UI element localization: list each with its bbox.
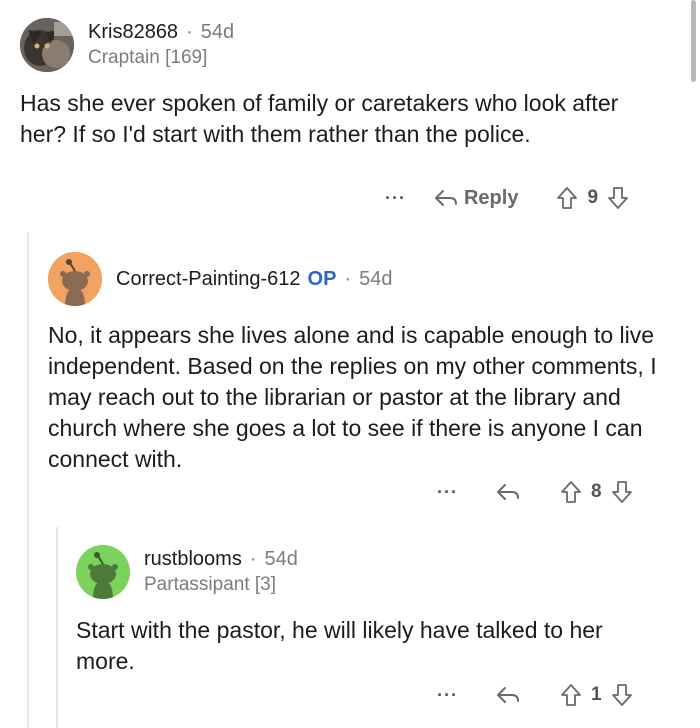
comment-header: rustblooms · 54d Partassipant [3] <box>76 545 686 599</box>
comment-header: Correct-Painting-612 OP · 54d <box>48 252 688 306</box>
comment-rustblooms: rustblooms · 54d Partassipant [3] Start … <box>76 545 686 677</box>
separator-dot: · <box>186 21 193 43</box>
comment-actions: ··· 8 <box>437 480 633 504</box>
upvote-arrow-icon[interactable] <box>560 683 582 707</box>
user-flair: Partassipant [3] <box>144 574 277 595</box>
reply-arrow-icon <box>434 188 458 208</box>
snoo-avatar[interactable] <box>48 252 102 306</box>
downvote-arrow-icon[interactable] <box>611 683 633 707</box>
upvote-arrow-icon[interactable] <box>556 186 578 210</box>
vote-controls: 1 <box>560 683 633 707</box>
vote-score: 9 <box>587 187 599 208</box>
cat-photo-avatar[interactable] <box>20 18 74 72</box>
vote-controls: 9 <box>556 186 629 210</box>
reply-button[interactable]: Reply <box>434 187 518 210</box>
username[interactable]: Correct-Painting-612 <box>116 268 301 291</box>
thread-line-level-1[interactable] <box>27 232 29 728</box>
downvote-arrow-icon[interactable] <box>611 480 633 504</box>
thread-line-level-2[interactable] <box>56 527 58 728</box>
comment-age: 54d <box>264 548 298 570</box>
comment-thread: Kris82868 · 54d Craptain [169] Has she e… <box>0 0 700 728</box>
separator-dot: · <box>249 548 257 570</box>
op-badge: OP <box>307 267 337 290</box>
snoo-avatar[interactable] <box>76 545 130 599</box>
more-options-button[interactable]: ··· <box>437 685 458 706</box>
separator-dot: · <box>344 267 352 290</box>
upvote-arrow-icon[interactable] <box>560 480 582 504</box>
scrollbar[interactable] <box>691 0 696 82</box>
comment-correct-painting-612: Correct-Painting-612 OP · 54d No, it app… <box>48 252 688 475</box>
vote-controls: 8 <box>560 480 633 504</box>
comment-actions: ··· Reply 9 <box>385 186 629 210</box>
vote-score: 1 <box>590 684 602 705</box>
more-options-button[interactable]: ··· <box>437 482 458 503</box>
reply-button[interactable] <box>496 482 520 502</box>
comment-actions: ··· 1 <box>437 683 633 707</box>
reply-button[interactable] <box>496 685 520 705</box>
username[interactable]: Kris82868 <box>88 21 178 44</box>
comment-age: 54d <box>200 21 235 43</box>
reply-arrow-icon <box>496 685 520 705</box>
vote-score: 8 <box>590 481 602 502</box>
user-flair: Craptain [169] <box>88 47 208 68</box>
comment-header: Kris82868 · 54d Craptain [169] <box>20 18 680 72</box>
comment-age: 54d <box>359 267 393 290</box>
more-options-button[interactable]: ··· <box>385 188 406 209</box>
comment-body: No, it appears she lives alone and is ca… <box>48 322 657 472</box>
comment-body: Has she ever spoken of family or caretak… <box>20 90 619 147</box>
reply-label: Reply <box>463 186 519 209</box>
username[interactable]: rustblooms <box>144 548 242 571</box>
reply-arrow-icon <box>496 482 520 502</box>
downvote-arrow-icon[interactable] <box>607 186 629 210</box>
comment-kris82868: Kris82868 · 54d Craptain [169] Has she e… <box>20 18 680 150</box>
comment-body: Start with the pastor, he will likely ha… <box>76 617 603 674</box>
